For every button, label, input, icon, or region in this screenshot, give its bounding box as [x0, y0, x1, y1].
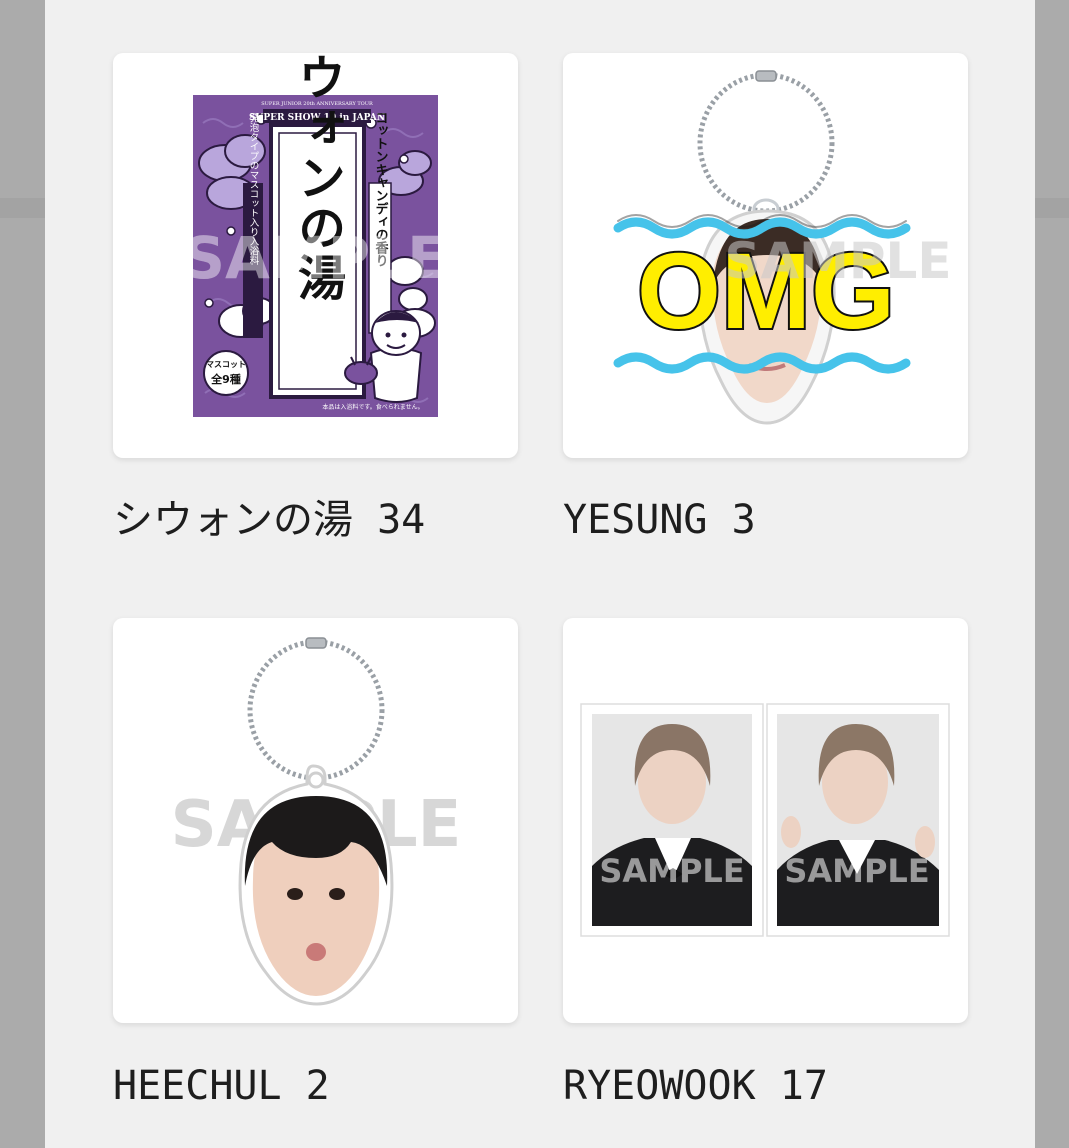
- ball-chain: [247, 639, 385, 781]
- item-name: シウォンの湯: [113, 497, 353, 543]
- sample-watermark: SAMPLE: [724, 232, 951, 290]
- photo-card-right: SAMPLE: [766, 703, 950, 937]
- sample-watermark-left: SAMPLE: [599, 852, 744, 890]
- sample-watermark-right: SAMPLE: [784, 852, 929, 890]
- mouth: [306, 943, 326, 961]
- product-card-yesung[interactable]: OMG SAMPLE: [563, 53, 968, 458]
- sample-watermark: SAMPLE: [183, 224, 446, 292]
- badge-top-text: マスコット: [206, 360, 246, 369]
- photo-card-left: SAMPLE: [580, 703, 764, 937]
- ball-chain: [697, 72, 835, 214]
- product-card-siwon[interactable]: SUPER JUNIOR 20th ANNIVERSARY TOUR SUPER…: [113, 53, 518, 458]
- chain-clasp: [755, 70, 777, 82]
- item-name: RYEOWOOK: [563, 1063, 756, 1109]
- heechul-keychain-image: SAMPLE: [171, 637, 461, 1006]
- item-count: 3: [731, 497, 756, 543]
- item-label-heechul[interactable]: HEECHUL 2: [113, 1066, 330, 1106]
- item-count: 2: [305, 1063, 330, 1109]
- item-name: HEECHUL: [113, 1063, 282, 1109]
- item-label-siwon[interactable]: シウォンの湯 34: [113, 500, 425, 540]
- product-card-ryeowook[interactable]: SAMPLE SAMPLE: [563, 618, 968, 1023]
- badge-bottom-text: 全9種: [210, 372, 241, 386]
- ryeowook-photos-image: SAMPLE SAMPLE: [580, 703, 950, 937]
- item-name: YESUNG: [563, 497, 708, 543]
- yesung-keychain-image: OMG SAMPLE: [613, 70, 952, 425]
- item-count: 34: [377, 497, 426, 543]
- product-card-heechul[interactable]: SAMPLE: [113, 618, 518, 1023]
- bath-package-image: SUPER JUNIOR 20th ANNIVERSARY TOUR SUPER…: [183, 53, 447, 417]
- item-label-ryeowook[interactable]: RYEOWOOK 17: [563, 1066, 828, 1106]
- item-label-yesung[interactable]: YESUNG 3: [563, 500, 756, 540]
- package-footer-text: 本品は入浴料です。食べられません。: [322, 403, 423, 411]
- chain-clasp: [305, 637, 327, 649]
- item-count: 17: [779, 1063, 828, 1109]
